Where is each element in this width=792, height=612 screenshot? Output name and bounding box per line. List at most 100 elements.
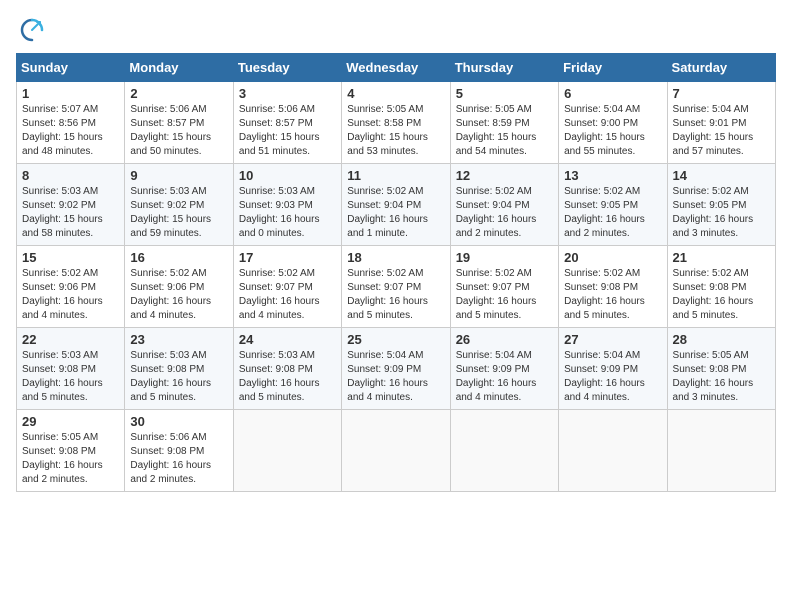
day-info: Sunrise: 5:06 AM Sunset: 9:08 PM Dayligh… <box>130 431 227 487</box>
calendar-day-cell: 29 Sunrise: 5:05 AM Sunset: 9:08 PM Dayli… <box>17 410 125 492</box>
day-info: Sunrise: 5:03 AM Sunset: 9:08 PM Dayligh… <box>239 349 336 405</box>
calendar-day-cell: 14 Sunrise: 5:02 AM Sunset: 9:05 PM Dayli… <box>667 164 775 246</box>
day-info: Sunrise: 5:04 AM Sunset: 9:00 PM Dayligh… <box>564 103 661 159</box>
calendar-day-cell: 8 Sunrise: 5:03 AM Sunset: 9:02 PM Daylig… <box>17 164 125 246</box>
day-info: Sunrise: 5:02 AM Sunset: 9:05 PM Dayligh… <box>673 185 770 241</box>
calendar-week-row: 15 Sunrise: 5:02 AM Sunset: 9:06 PM Dayli… <box>17 246 776 328</box>
day-number: 20 <box>564 250 661 265</box>
day-number: 13 <box>564 168 661 183</box>
calendar-empty-cell <box>342 410 450 492</box>
calendar-week-row: 22 Sunrise: 5:03 AM Sunset: 9:08 PM Dayli… <box>17 328 776 410</box>
day-info: Sunrise: 5:03 AM Sunset: 9:03 PM Dayligh… <box>239 185 336 241</box>
day-info: Sunrise: 5:04 AM Sunset: 9:09 PM Dayligh… <box>347 349 444 405</box>
day-number: 6 <box>564 86 661 101</box>
day-number: 19 <box>456 250 553 265</box>
day-number: 10 <box>239 168 336 183</box>
header <box>16 16 776 45</box>
calendar-day-cell: 5 Sunrise: 5:05 AM Sunset: 8:59 PM Daylig… <box>450 82 558 164</box>
calendar-empty-cell <box>233 410 341 492</box>
day-info: Sunrise: 5:03 AM Sunset: 9:02 PM Dayligh… <box>22 185 119 241</box>
calendar-day-cell: 21 Sunrise: 5:02 AM Sunset: 9:08 PM Dayli… <box>667 246 775 328</box>
day-info: Sunrise: 5:02 AM Sunset: 9:08 PM Dayligh… <box>673 267 770 323</box>
calendar-day-cell: 17 Sunrise: 5:02 AM Sunset: 9:07 PM Dayli… <box>233 246 341 328</box>
day-number: 4 <box>347 86 444 101</box>
day-number: 26 <box>456 332 553 347</box>
weekday-header-thursday: Thursday <box>450 54 558 82</box>
day-info: Sunrise: 5:02 AM Sunset: 9:06 PM Dayligh… <box>22 267 119 323</box>
day-info: Sunrise: 5:02 AM Sunset: 9:06 PM Dayligh… <box>130 267 227 323</box>
weekday-header-wednesday: Wednesday <box>342 54 450 82</box>
logo-text <box>16 16 46 45</box>
calendar-day-cell: 24 Sunrise: 5:03 AM Sunset: 9:08 PM Dayli… <box>233 328 341 410</box>
day-number: 24 <box>239 332 336 347</box>
day-number: 15 <box>22 250 119 265</box>
weekday-header-monday: Monday <box>125 54 233 82</box>
logo-icon <box>18 16 46 44</box>
day-number: 27 <box>564 332 661 347</box>
day-info: Sunrise: 5:02 AM Sunset: 9:04 PM Dayligh… <box>347 185 444 241</box>
day-number: 23 <box>130 332 227 347</box>
day-number: 17 <box>239 250 336 265</box>
day-number: 28 <box>673 332 770 347</box>
day-info: Sunrise: 5:04 AM Sunset: 9:01 PM Dayligh… <box>673 103 770 159</box>
day-number: 8 <box>22 168 119 183</box>
calendar-day-cell: 18 Sunrise: 5:02 AM Sunset: 9:07 PM Dayli… <box>342 246 450 328</box>
calendar-day-cell: 7 Sunrise: 5:04 AM Sunset: 9:01 PM Daylig… <box>667 82 775 164</box>
day-number: 18 <box>347 250 444 265</box>
day-number: 11 <box>347 168 444 183</box>
day-number: 5 <box>456 86 553 101</box>
calendar-day-cell: 9 Sunrise: 5:03 AM Sunset: 9:02 PM Daylig… <box>125 164 233 246</box>
day-number: 21 <box>673 250 770 265</box>
calendar-day-cell: 22 Sunrise: 5:03 AM Sunset: 9:08 PM Dayli… <box>17 328 125 410</box>
calendar-day-cell: 6 Sunrise: 5:04 AM Sunset: 9:00 PM Daylig… <box>559 82 667 164</box>
calendar-day-cell: 30 Sunrise: 5:06 AM Sunset: 9:08 PM Dayli… <box>125 410 233 492</box>
calendar-day-cell: 12 Sunrise: 5:02 AM Sunset: 9:04 PM Dayli… <box>450 164 558 246</box>
weekday-header-row: SundayMondayTuesdayWednesdayThursdayFrid… <box>17 54 776 82</box>
day-info: Sunrise: 5:02 AM Sunset: 9:05 PM Dayligh… <box>564 185 661 241</box>
calendar-day-cell: 10 Sunrise: 5:03 AM Sunset: 9:03 PM Dayli… <box>233 164 341 246</box>
day-number: 3 <box>239 86 336 101</box>
day-info: Sunrise: 5:06 AM Sunset: 8:57 PM Dayligh… <box>239 103 336 159</box>
day-number: 1 <box>22 86 119 101</box>
day-number: 30 <box>130 414 227 429</box>
calendar-day-cell: 3 Sunrise: 5:06 AM Sunset: 8:57 PM Daylig… <box>233 82 341 164</box>
day-info: Sunrise: 5:06 AM Sunset: 8:57 PM Dayligh… <box>130 103 227 159</box>
day-number: 14 <box>673 168 770 183</box>
calendar-week-row: 29 Sunrise: 5:05 AM Sunset: 9:08 PM Dayli… <box>17 410 776 492</box>
calendar-day-cell: 11 Sunrise: 5:02 AM Sunset: 9:04 PM Dayli… <box>342 164 450 246</box>
calendar-week-row: 1 Sunrise: 5:07 AM Sunset: 8:56 PM Daylig… <box>17 82 776 164</box>
weekday-header-saturday: Saturday <box>667 54 775 82</box>
calendar-day-cell: 25 Sunrise: 5:04 AM Sunset: 9:09 PM Dayli… <box>342 328 450 410</box>
day-info: Sunrise: 5:02 AM Sunset: 9:07 PM Dayligh… <box>239 267 336 323</box>
day-number: 22 <box>22 332 119 347</box>
day-info: Sunrise: 5:05 AM Sunset: 8:59 PM Dayligh… <box>456 103 553 159</box>
calendar-day-cell: 1 Sunrise: 5:07 AM Sunset: 8:56 PM Daylig… <box>17 82 125 164</box>
day-number: 9 <box>130 168 227 183</box>
calendar-day-cell: 23 Sunrise: 5:03 AM Sunset: 9:08 PM Dayli… <box>125 328 233 410</box>
day-number: 25 <box>347 332 444 347</box>
day-number: 12 <box>456 168 553 183</box>
calendar-day-cell: 16Sunrise: 5:02 AM Sunset: 9:06 PM Dayli… <box>125 246 233 328</box>
calendar-day-cell: 15 Sunrise: 5:02 AM Sunset: 9:06 PM Dayli… <box>17 246 125 328</box>
day-number: 7 <box>673 86 770 101</box>
day-info: Sunrise: 5:04 AM Sunset: 9:09 PM Dayligh… <box>456 349 553 405</box>
day-info: Sunrise: 5:07 AM Sunset: 8:56 PM Dayligh… <box>22 103 119 159</box>
day-info: Sunrise: 5:03 AM Sunset: 9:08 PM Dayligh… <box>22 349 119 405</box>
day-info: Sunrise: 5:02 AM Sunset: 9:04 PM Dayligh… <box>456 185 553 241</box>
day-info: Sunrise: 5:05 AM Sunset: 9:08 PM Dayligh… <box>673 349 770 405</box>
calendar-empty-cell <box>450 410 558 492</box>
day-info: Sunrise: 5:04 AM Sunset: 9:09 PM Dayligh… <box>564 349 661 405</box>
calendar-empty-cell <box>559 410 667 492</box>
calendar-day-cell: 19Sunrise: 5:02 AM Sunset: 9:07 PM Dayli… <box>450 246 558 328</box>
day-number: 2 <box>130 86 227 101</box>
day-info: Sunrise: 5:03 AM Sunset: 9:08 PM Dayligh… <box>130 349 227 405</box>
day-info: Sunrise: 5:05 AM Sunset: 9:08 PM Dayligh… <box>22 431 119 487</box>
calendar-day-cell: 4Sunrise: 5:05 AM Sunset: 8:58 PM Daylig… <box>342 82 450 164</box>
day-number: 29 <box>22 414 119 429</box>
weekday-header-friday: Friday <box>559 54 667 82</box>
day-info: Sunrise: 5:02 AM Sunset: 9:07 PM Dayligh… <box>347 267 444 323</box>
calendar-day-cell: 20Sunrise: 5:02 AM Sunset: 9:08 PM Dayli… <box>559 246 667 328</box>
calendar-empty-cell <box>667 410 775 492</box>
logo <box>16 16 46 45</box>
day-info: Sunrise: 5:03 AM Sunset: 9:02 PM Dayligh… <box>130 185 227 241</box>
